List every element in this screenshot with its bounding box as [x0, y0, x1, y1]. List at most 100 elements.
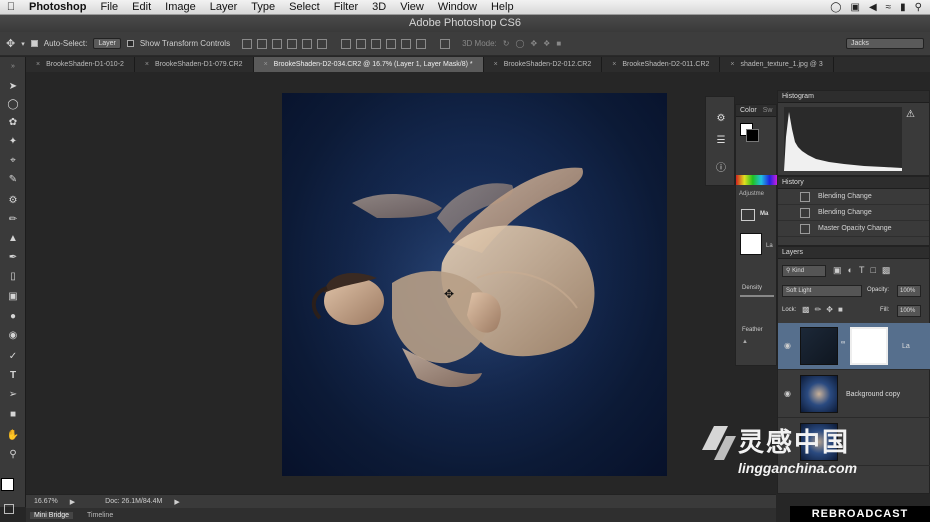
status-arrow-icon[interactable]: ▶ [174, 498, 179, 506]
3d-drag-icon[interactable]: ✥ [530, 39, 537, 48]
distribute-top-icon[interactable] [341, 38, 352, 49]
menu-layer[interactable]: Layer [203, 0, 245, 15]
close-icon[interactable]: × [145, 61, 149, 68]
battery-icon[interactable]: ▮ [900, 2, 906, 13]
close-icon[interactable]: × [730, 61, 734, 68]
lock-transparency-icon[interactable]: ▩ [802, 305, 815, 314]
close-icon[interactable]: × [494, 61, 498, 68]
tool-preset-dropdown-icon[interactable]: ▾ [21, 40, 25, 48]
tools-collapse-icon[interactable]: » [4, 59, 22, 75]
tab-color[interactable]: Color [740, 107, 757, 114]
close-icon[interactable]: × [36, 61, 40, 68]
layer-name[interactable]: La [902, 343, 910, 350]
filter-adjustment-icon[interactable]: ◐ [848, 265, 859, 275]
history-item[interactable]: Blending Change [778, 189, 929, 205]
menu-select[interactable]: Select [282, 0, 327, 15]
align-bottom-icon[interactable] [272, 38, 283, 49]
layer-mask-thumb[interactable] [850, 327, 888, 365]
zoom-tool-icon[interactable]: ⚲ [4, 447, 22, 463]
close-icon[interactable]: × [612, 61, 616, 68]
histogram-title[interactable]: Histogram [778, 91, 929, 103]
eye-icon[interactable]: ◉ [784, 341, 794, 350]
auto-align-icon[interactable] [440, 38, 451, 49]
quick-mask-icon[interactable] [4, 504, 14, 514]
history-item[interactable]: Master Opacity Change [778, 221, 929, 237]
doc-tab[interactable]: × BrookeShaden-D2-012.CR2 [484, 57, 603, 72]
brush-presets-icon[interactable]: ☰ [713, 133, 729, 149]
filter-shape-icon[interactable]: □ [870, 265, 881, 275]
distribute-right-icon[interactable] [416, 38, 427, 49]
show-transform-checkbox[interactable] [126, 40, 134, 47]
marquee-tool-icon[interactable]: ◯ [4, 97, 22, 113]
zoom-level[interactable]: 16.67% [34, 498, 58, 505]
align-hcenter-icon[interactable] [302, 38, 313, 49]
tool-presets-icon[interactable]: ⚙ [713, 111, 729, 127]
layers-title[interactable]: Layers [778, 247, 929, 259]
layer-row[interactable]: ◉ Background copy [778, 371, 930, 418]
distribute-vcenter-icon[interactable] [356, 38, 367, 49]
3d-roll-icon[interactable]: ◯ [515, 39, 524, 48]
align-top-icon[interactable] [242, 38, 253, 49]
layer-name[interactable]: Background copy [846, 391, 900, 398]
pixel-mask-icon[interactable] [741, 209, 755, 221]
tab-mini-bridge[interactable]: Mini Bridge [30, 511, 74, 519]
wifi-icon[interactable]: ≈ [886, 2, 892, 13]
status-export-icon[interactable]: ▶ [70, 498, 75, 506]
align-right-icon[interactable] [317, 38, 328, 49]
menu-help[interactable]: Help [484, 0, 521, 15]
menu-window[interactable]: Window [431, 0, 484, 15]
shape-tool-icon[interactable]: ■ [4, 407, 22, 423]
tab-timeline[interactable]: Timeline [83, 512, 117, 519]
history-title[interactable]: History [778, 177, 929, 189]
fill-input[interactable]: 100% [897, 305, 921, 317]
align-vcenter-icon[interactable] [257, 38, 268, 49]
menu-edit[interactable]: Edit [125, 0, 158, 15]
align-left-icon[interactable] [287, 38, 298, 49]
3d-scale-icon[interactable]: ■ [556, 39, 561, 48]
display-icon[interactable]: ▣ [851, 2, 860, 13]
history-brush-tool-icon[interactable]: ✒ [4, 250, 22, 266]
volume-icon[interactable]: ◀ [869, 2, 877, 13]
lock-position-icon[interactable]: ✥ [826, 305, 838, 314]
document-image[interactable]: ✥ [282, 93, 667, 476]
lock-image-icon[interactable]: ✏ [815, 305, 827, 314]
menu-image[interactable]: Image [158, 0, 203, 15]
type-tool-icon[interactable]: T [4, 368, 22, 384]
density-slider[interactable] [740, 295, 774, 297]
color-ramp[interactable] [736, 175, 778, 185]
lock-all-icon[interactable]: ■ [838, 305, 848, 314]
blur-tool-icon[interactable]: ● [4, 309, 22, 325]
spotlight-icon[interactable]: ⚲ [915, 2, 922, 13]
close-icon[interactable]: × [264, 61, 268, 68]
pen-tool-icon[interactable]: ✓ [4, 349, 22, 365]
menu-file[interactable]: File [93, 0, 125, 15]
distribute-left-icon[interactable] [386, 38, 397, 49]
menu-filter[interactable]: Filter [327, 0, 365, 15]
feather-slider-icon[interactable]: ▲ [742, 339, 748, 345]
color-background-swatch[interactable] [746, 129, 759, 142]
auto-select-dropdown[interactable]: Layer [93, 38, 121, 49]
layer-kind-filter[interactable]: ⚲ Kind [782, 265, 826, 277]
doc-tab[interactable]: × BrookeShaden-D1-010-2 [26, 57, 135, 72]
dodge-tool-icon[interactable]: ◉ [4, 328, 22, 344]
distribute-bottom-icon[interactable] [371, 38, 382, 49]
blend-mode-dropdown[interactable]: Soft Light [782, 285, 862, 297]
workspace-dropdown[interactable]: Jacks [846, 38, 924, 49]
eyedropper-tool-icon[interactable]: ✎ [4, 172, 22, 188]
warning-icon[interactable]: ⚠ [906, 109, 915, 120]
auto-select-checkbox[interactable] [30, 40, 38, 47]
menu-type[interactable]: Type [244, 0, 282, 15]
doc-tab[interactable]: × BrookeShaden-D2-011.CR2 [602, 57, 721, 72]
tab-swatches[interactable]: Sw [763, 107, 773, 114]
eye-icon[interactable]: ◉ [784, 389, 794, 398]
3d-slide-icon[interactable]: ❖ [543, 39, 550, 48]
info-icon[interactable]: ⓘ [713, 161, 729, 177]
move-tool-icon[interactable]: ➤ [4, 79, 22, 95]
doc-tab[interactable]: × BrookeShaden-D1-079.CR2 [135, 57, 254, 72]
healing-brush-tool-icon[interactable]: ⚙ [4, 193, 22, 209]
timer-icon[interactable]: ◯ [830, 2, 841, 13]
layer-row-selected[interactable]: ◉ ∞ La [778, 323, 930, 370]
apple-icon[interactable]:  [0, 1, 22, 13]
eraser-tool-icon[interactable]: ▯ [4, 269, 22, 285]
history-item[interactable]: Blending Change [778, 205, 929, 221]
